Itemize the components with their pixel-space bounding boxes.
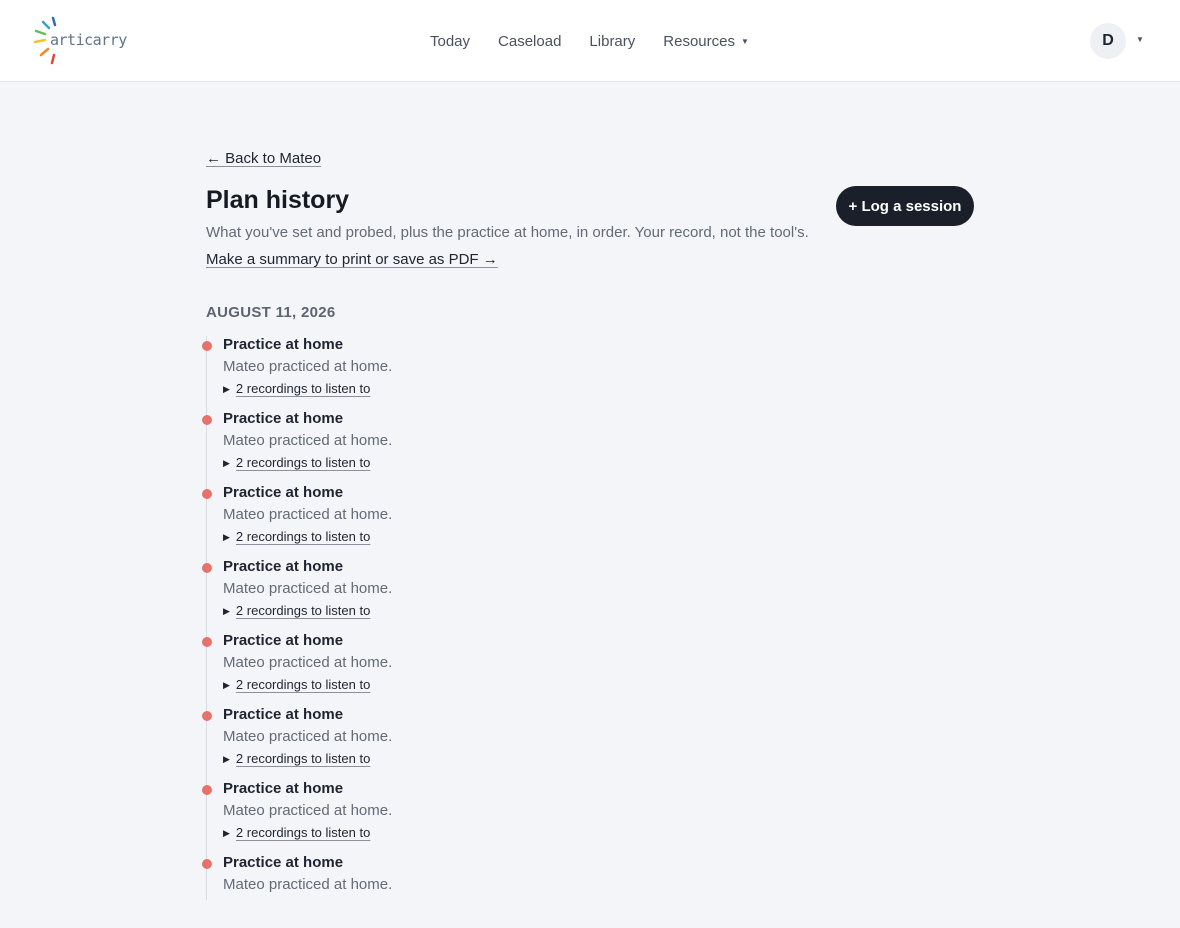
- timeline-entry: Practice at home Mateo practiced at home…: [0, 706, 1180, 780]
- recordings-toggle[interactable]: ▶ 2 recordings to listen to: [223, 751, 370, 766]
- recordings-toggle[interactable]: ▶ 2 recordings to listen to: [223, 455, 370, 470]
- nav-item-resources-label: Resources: [663, 32, 735, 50]
- recordings-toggle[interactable]: ▶ 2 recordings to listen to: [223, 603, 370, 618]
- entry-description: Mateo practiced at home.: [223, 506, 393, 523]
- timeline-dot: [202, 859, 212, 869]
- caret-down-icon: ▼: [740, 36, 749, 46]
- timeline-entry: Practice at home Mateo practiced at home…: [0, 558, 1180, 632]
- entry-description: Mateo practiced at home.: [223, 580, 393, 597]
- nav-item-caseload[interactable]: Caseload: [498, 33, 561, 50]
- brand-logo[interactable]: articarry: [32, 12, 132, 70]
- nav-item-library[interactable]: Library: [589, 33, 635, 50]
- recordings-toggle-label: 2 recordings to listen to: [235, 825, 371, 840]
- timeline-dot: [202, 637, 212, 647]
- entry-description: Mateo practiced at home.: [223, 802, 393, 819]
- recordings-toggle[interactable]: ▶ 2 recordings to listen to: [223, 825, 370, 840]
- entry-description: Mateo practiced at home.: [223, 358, 393, 375]
- disclosure-triangle-icon: ▶: [223, 754, 230, 764]
- timeline-dot: [202, 785, 212, 795]
- entry-description: Mateo practiced at home.: [223, 876, 393, 893]
- caret-down-icon[interactable]: ▼: [1136, 35, 1144, 44]
- page-title: Plan history: [206, 186, 350, 214]
- recordings-toggle-label: 2 recordings to listen to: [235, 455, 371, 470]
- entry-description: Mateo practiced at home.: [223, 654, 393, 671]
- recordings-toggle-label: 2 recordings to listen to: [235, 603, 371, 618]
- top-navigation-bar: articarry Today Caseload Library Resourc…: [0, 0, 1180, 82]
- page-subtitle: What you've set and probed, plus the pra…: [206, 224, 809, 241]
- entry-title: Practice at home: [223, 706, 344, 723]
- timeline-entry: Practice at home Mateo practiced at home…: [0, 780, 1180, 854]
- back-to-student-link[interactable]: ← Back to Mateo: [206, 150, 321, 167]
- brand-name: articarry: [50, 31, 127, 49]
- recordings-toggle[interactable]: ▶ 2 recordings to listen to: [223, 677, 370, 692]
- recordings-toggle-label: 2 recordings to listen to: [235, 751, 371, 766]
- entry-title: Practice at home: [223, 780, 344, 797]
- recordings-toggle-label: 2 recordings to listen to: [235, 381, 371, 396]
- disclosure-triangle-icon: ▶: [223, 680, 230, 690]
- recordings-toggle-label: 2 recordings to listen to: [235, 677, 371, 692]
- entry-description: Mateo practiced at home.: [223, 728, 393, 745]
- timeline-dot: [202, 711, 212, 721]
- timeline-dot: [202, 341, 212, 351]
- disclosure-triangle-icon: ▶: [223, 828, 230, 838]
- disclosure-triangle-icon: ▶: [223, 458, 230, 468]
- nav-item-resources[interactable]: Resources ▼: [663, 33, 749, 50]
- timeline-date-heading: AUGUST 11, 2026: [206, 304, 336, 321]
- disclosure-triangle-icon: ▶: [223, 606, 230, 616]
- timeline-entry: Practice at home Mateo practiced at home…: [0, 632, 1180, 706]
- recordings-toggle[interactable]: ▶ 2 recordings to listen to: [223, 381, 370, 396]
- disclosure-triangle-icon: ▶: [223, 384, 230, 394]
- timeline-dot: [202, 415, 212, 425]
- timeline-dot: [202, 563, 212, 573]
- timeline-dot: [202, 489, 212, 499]
- disclosure-triangle-icon: ▶: [223, 532, 230, 542]
- log-session-button[interactable]: + Log a session: [836, 186, 974, 226]
- timeline-entry: Practice at home Mateo practiced at home…: [0, 854, 1180, 928]
- recordings-toggle-label: 2 recordings to listen to: [235, 529, 371, 544]
- nav-item-today[interactable]: Today: [430, 33, 470, 50]
- entry-title: Practice at home: [223, 484, 344, 501]
- timeline-entry: Practice at home Mateo practiced at home…: [0, 336, 1180, 410]
- entry-title: Practice at home: [223, 410, 344, 427]
- entry-title: Practice at home: [223, 632, 344, 649]
- entry-title: Practice at home: [223, 336, 344, 353]
- entry-description: Mateo practiced at home.: [223, 432, 393, 449]
- user-avatar[interactable]: D: [1090, 23, 1126, 59]
- entry-title: Practice at home: [223, 854, 344, 871]
- main-nav: Today Caseload Library Resources ▼: [430, 0, 749, 82]
- recordings-toggle[interactable]: ▶ 2 recordings to listen to: [223, 529, 370, 544]
- timeline-entry: Practice at home Mateo practiced at home…: [0, 410, 1180, 484]
- make-summary-link[interactable]: Make a summary to print or save as PDF →: [206, 251, 498, 268]
- timeline-entry: Practice at home Mateo practiced at home…: [0, 484, 1180, 558]
- entry-title: Practice at home: [223, 558, 344, 575]
